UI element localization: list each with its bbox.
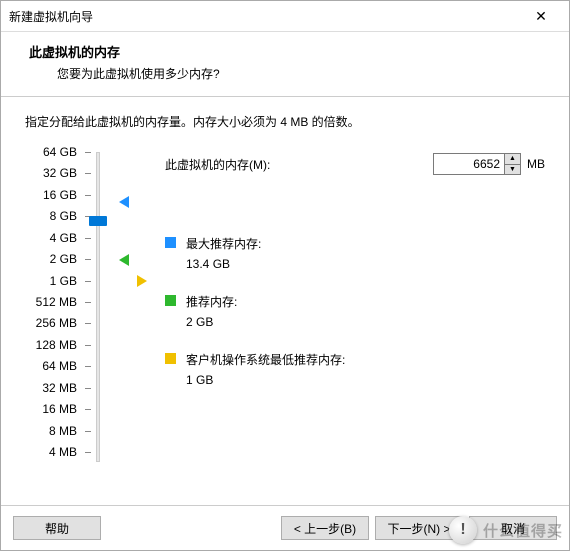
- slider-tick-label: 512 MB: [27, 296, 77, 308]
- marker-recommended-icon: [119, 254, 129, 266]
- slider-tick-mark: [85, 431, 91, 432]
- spin-down-icon[interactable]: ▼: [505, 165, 520, 175]
- slider-track: [96, 152, 100, 462]
- slider-tick-label: 4 MB: [27, 446, 77, 458]
- spin-up-icon[interactable]: ▲: [505, 154, 520, 165]
- marker-min-icon: [137, 275, 147, 287]
- slider-tick-mark: [85, 323, 91, 324]
- wizard-window: 新建虚拟机向导 ✕ 此虚拟机的内存 您要为此虚拟机使用多少内存? 指定分配给此虚…: [0, 0, 570, 551]
- square-icon: [165, 295, 176, 306]
- memory-value-row: 此虚拟机的内存(M): ▲ ▼ MB: [165, 152, 545, 176]
- slider-tick-label: 2 GB: [27, 253, 77, 265]
- next-button[interactable]: 下一步(N) >: [375, 516, 463, 540]
- wizard-footer: 帮助 < 上一步(B) 下一步(N) > 取消: [1, 505, 569, 550]
- slider-handle[interactable]: [89, 216, 107, 226]
- slider-tick-mark: [85, 302, 91, 303]
- slider-tick-label: 16 MB: [27, 403, 77, 415]
- slider-tick-mark: [85, 173, 91, 174]
- spinner-buttons: ▲ ▼: [505, 153, 521, 175]
- slider-tick-label: 256 MB: [27, 317, 77, 329]
- max-recommended-value: 13.4 GB: [186, 254, 261, 274]
- marker-max-icon: [119, 196, 129, 208]
- back-button[interactable]: < 上一步(B): [281, 516, 369, 540]
- slider-tick-label: 8 GB: [27, 210, 77, 222]
- max-recommended-label: 最大推荐内存:: [186, 234, 261, 254]
- recommended-value: 2 GB: [186, 312, 237, 332]
- memory-unit: MB: [527, 157, 545, 171]
- memory-spinner: ▲ ▼: [433, 153, 521, 175]
- slider-tick-label: 8 MB: [27, 425, 77, 437]
- slider-tick-label: 16 GB: [27, 189, 77, 201]
- slider-tick-mark: [85, 281, 91, 282]
- slider-tick-label: 128 MB: [27, 339, 77, 351]
- slider-tick-label: 32 GB: [27, 167, 77, 179]
- close-icon[interactable]: ✕: [521, 8, 561, 25]
- slider-tick-mark: [85, 366, 91, 367]
- help-button[interactable]: 帮助: [13, 516, 101, 540]
- square-icon: [165, 237, 176, 248]
- page-subtitle: 您要为此虚拟机使用多少内存?: [29, 65, 541, 82]
- wizard-header: 此虚拟机的内存 您要为此虚拟机使用多少内存?: [1, 32, 569, 97]
- wizard-body: 指定分配给此虚拟机的内存量。内存大小必须为 4 MB 的倍数。 64 GB 32 …: [1, 97, 569, 505]
- slider-tick-mark: [85, 452, 91, 453]
- recommended-block: 推荐内存: 2 GB: [165, 292, 545, 332]
- slider-tick-label: 4 GB: [27, 232, 77, 244]
- cancel-button[interactable]: 取消: [469, 516, 557, 540]
- slider-tick-mark: [85, 388, 91, 389]
- slider-tick-mark: [85, 409, 91, 410]
- slider-tick-label: 64 GB: [27, 146, 77, 158]
- titlebar: 新建虚拟机向导 ✕: [1, 1, 569, 32]
- slider-tick-label: 64 MB: [27, 360, 77, 372]
- memory-config-row: 64 GB32 GB16 GB8 GB4 GB2 GB1 GB512 MB256…: [25, 152, 545, 462]
- memory-label: 此虚拟机的内存(M):: [165, 156, 433, 173]
- slider-tick-mark: [85, 345, 91, 346]
- min-recommended-block: 客户机操作系统最低推荐内存: 1 GB: [165, 350, 545, 390]
- memory-input[interactable]: [433, 153, 505, 175]
- max-recommended-block: 最大推荐内存: 13.4 GB: [165, 234, 545, 274]
- recommended-label: 推荐内存:: [186, 292, 237, 312]
- slider-tick-mark: [85, 152, 91, 153]
- instruction-text: 指定分配给此虚拟机的内存量。内存大小必须为 4 MB 的倍数。: [25, 113, 545, 130]
- min-recommended-value: 1 GB: [186, 370, 345, 390]
- square-icon: [165, 353, 176, 364]
- memory-slider[interactable]: 64 GB32 GB16 GB8 GB4 GB2 GB1 GB512 MB256…: [25, 152, 125, 462]
- slider-tick-mark: [85, 238, 91, 239]
- min-recommended-label: 客户机操作系统最低推荐内存:: [186, 350, 345, 370]
- page-title: 此虚拟机的内存: [29, 42, 541, 61]
- slider-tick-mark: [85, 259, 91, 260]
- slider-tick-mark: [85, 195, 91, 196]
- slider-tick-label: 32 MB: [27, 382, 77, 394]
- window-title: 新建虚拟机向导: [9, 8, 521, 25]
- slider-tick-label: 1 GB: [27, 275, 77, 287]
- memory-info: 此虚拟机的内存(M): ▲ ▼ MB 最大推荐内存:: [125, 152, 545, 462]
